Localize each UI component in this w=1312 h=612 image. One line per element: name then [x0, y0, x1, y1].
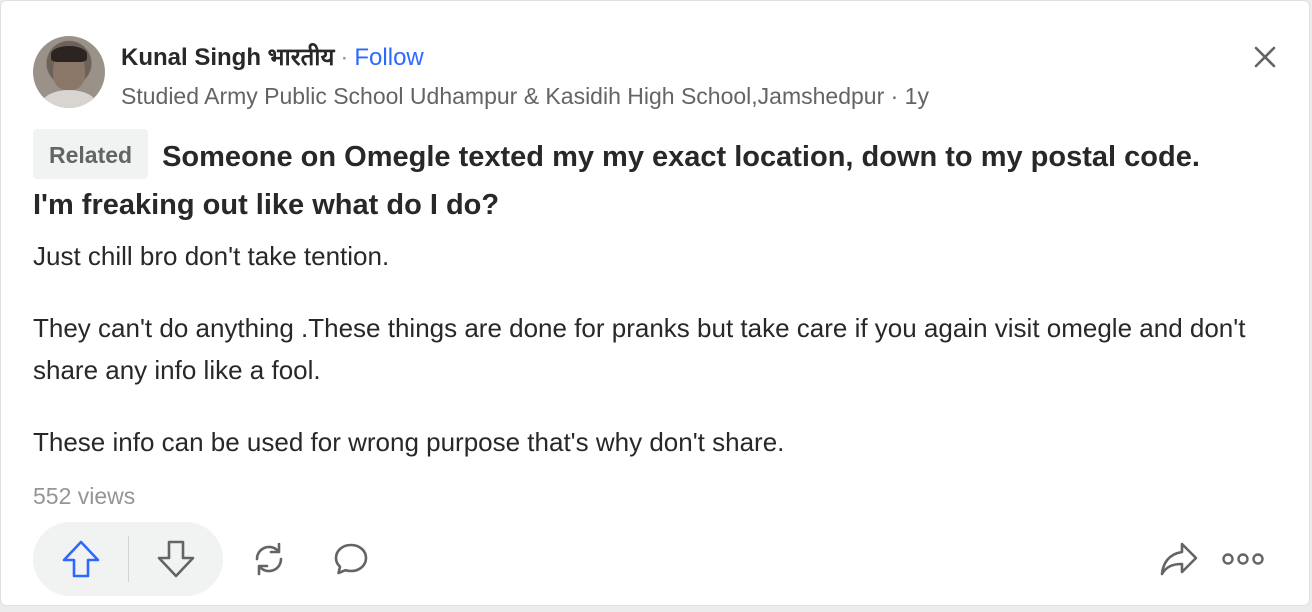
downvote-icon: [157, 540, 195, 578]
answer-paragraph: These info can be used for wrong purpose…: [33, 427, 785, 457]
avatar-shoulders: [41, 90, 97, 108]
more-options-button[interactable]: [1221, 537, 1265, 581]
related-badge: Related: [33, 129, 149, 179]
share-button[interactable]: [1157, 537, 1201, 581]
avatar-hair: [51, 46, 87, 62]
close-button[interactable]: [1245, 37, 1285, 77]
reshare-button[interactable]: [247, 537, 291, 581]
follow-button[interactable]: Follow: [354, 44, 423, 71]
comment-button[interactable]: [329, 537, 373, 581]
answer-body: Just chill bro don't take tention. They …: [33, 235, 1283, 493]
answer-paragraph: Just chill bro don't take tention.: [33, 241, 390, 271]
question-title[interactable]: Someone on Omegle texted my my exact loc…: [33, 141, 1200, 221]
upvote-icon: [62, 540, 99, 578]
author-avatar[interactable]: [33, 36, 105, 108]
author-line: Kunal Singh भारतीय · Follow: [121, 43, 424, 73]
author-credential: Studied Army Public School Udhampur & Ka…: [121, 83, 929, 109]
share-reshare-icon: [255, 542, 283, 576]
comment-icon: [334, 543, 368, 575]
more-options-icon: [1222, 553, 1264, 565]
question-block: Related Someone on Omegle texted my my ex…: [33, 129, 1233, 229]
downvote-button[interactable]: [129, 522, 223, 596]
view-count: 552 views: [33, 483, 136, 509]
upvote-button[interactable]: [33, 522, 128, 596]
answer-paragraph: They can't do anything .These things are…: [33, 313, 1246, 385]
vote-pill: [33, 522, 223, 596]
close-icon: [1254, 46, 1276, 68]
share-icon: [1160, 542, 1198, 576]
author-name[interactable]: Kunal Singh भारतीय: [121, 44, 334, 71]
separator-dot: ·: [340, 44, 349, 71]
answer-card: Kunal Singh भारतीय · Follow Studied Army P…: [0, 0, 1310, 606]
